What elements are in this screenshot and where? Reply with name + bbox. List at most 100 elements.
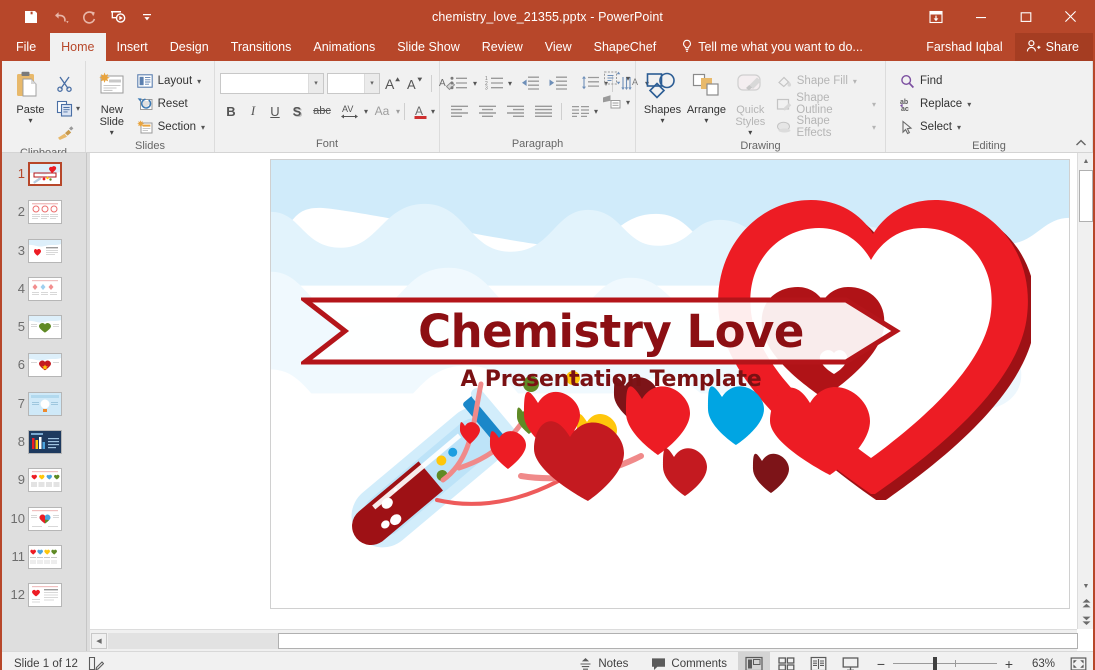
section-button[interactable]: Section ▾: [133, 116, 209, 138]
zoom-control[interactable]: − + 63%: [866, 656, 1063, 670]
normal-view-button[interactable]: [738, 652, 770, 670]
tab-shapechef[interactable]: ShapeChef: [583, 33, 668, 61]
shape-fill-button[interactable]: Shape Fill ▾: [772, 70, 880, 92]
find-button[interactable]: Find: [895, 70, 975, 92]
notes-button[interactable]: Notes: [566, 652, 639, 670]
quick-styles-button[interactable]: Quick Styles ▾: [729, 67, 772, 137]
zoom-in-button[interactable]: +: [1004, 656, 1014, 670]
copy-button[interactable]: [54, 97, 76, 119]
align-right-icon[interactable]: [501, 100, 529, 122]
align-center-icon[interactable]: [473, 100, 501, 122]
tab-review[interactable]: Review: [471, 33, 534, 61]
tell-me-search[interactable]: Tell me what you want to do...: [667, 33, 873, 61]
bullets-icon[interactable]: [445, 72, 473, 94]
change-case-icon[interactable]: Aa: [368, 100, 396, 122]
tab-view[interactable]: View: [534, 33, 583, 61]
slide-thumbnail-7[interactable]: 7: [2, 389, 86, 427]
reset-button[interactable]: Reset: [133, 93, 209, 115]
zoom-percent[interactable]: 63%: [1021, 658, 1055, 670]
save-icon[interactable]: [18, 4, 44, 30]
zoom-slider[interactable]: [893, 663, 997, 664]
slide-thumbnail-2[interactable]: 2: [2, 197, 86, 235]
scroll-up-button[interactable]: ▲: [1078, 153, 1093, 170]
underline-icon[interactable]: U: [264, 100, 286, 122]
copy-dropdown-caret[interactable]: ▾: [76, 104, 80, 113]
paste-dropdown-caret[interactable]: ▾: [28, 117, 32, 125]
align-left-icon[interactable]: [445, 100, 473, 122]
start-presentation-icon[interactable]: [105, 4, 131, 30]
arrange-dropdown-caret[interactable]: ▾: [704, 117, 708, 125]
new-slide-dropdown-caret[interactable]: ▾: [110, 129, 114, 137]
slide-sorter-button[interactable]: [770, 652, 802, 670]
slide-thumbnail-4[interactable]: 4: [2, 274, 86, 312]
tab-slide-show[interactable]: Slide Show: [386, 33, 471, 61]
replace-dropdown-caret[interactable]: ▾: [967, 100, 971, 109]
cut-button[interactable]: [54, 71, 76, 95]
bullets-dropdown-caret[interactable]: ▾: [473, 79, 477, 88]
shape-outline-dropdown-caret[interactable]: ▾: [872, 100, 876, 109]
replace-button[interactable]: abac Replace ▾: [895, 93, 975, 115]
select-dropdown-caret[interactable]: ▾: [957, 123, 961, 132]
tab-file[interactable]: File: [2, 33, 50, 61]
tab-transitions[interactable]: Transitions: [220, 33, 303, 61]
slide-thumbnail-11[interactable]: 11: [2, 542, 86, 580]
redo-icon[interactable]: [76, 4, 102, 30]
strikethrough-icon[interactable]: abc: [308, 100, 336, 122]
horizontal-scroll-track[interactable]: [108, 633, 1059, 649]
align-text-dropdown-caret[interactable]: ▾: [626, 74, 630, 83]
font-size-dropdown-caret[interactable]: ▾: [364, 74, 379, 93]
decrease-font-size-icon[interactable]: A: [405, 72, 427, 94]
layout-button[interactable]: Layout ▾: [133, 70, 209, 92]
font-color-dropdown-caret[interactable]: ▾: [431, 107, 435, 116]
slide-subtitle[interactable]: A Presentation Template: [341, 367, 881, 392]
shape-outline-button[interactable]: Shape Outline ▾: [772, 93, 880, 115]
paste-button[interactable]: Paste ▾: [7, 67, 54, 125]
horizontal-scroll-thumb[interactable]: [278, 633, 1078, 649]
format-painter-button[interactable]: [54, 121, 76, 145]
horizontal-scrollbar[interactable]: ◀ ▶: [90, 629, 1077, 651]
font-name-input[interactable]: ▾: [220, 73, 324, 94]
increase-font-size-icon[interactable]: A: [383, 72, 405, 94]
next-slide-button[interactable]: [1078, 612, 1093, 629]
slide-thumbnail-5[interactable]: 5: [2, 312, 86, 350]
vertical-scrollbar[interactable]: ▲ ▼: [1077, 153, 1093, 629]
tab-design[interactable]: Design: [159, 33, 220, 61]
customize-qat-icon[interactable]: [134, 4, 160, 30]
change-case-dropdown-caret[interactable]: ▾: [396, 107, 400, 116]
decrease-indent-icon[interactable]: [516, 72, 544, 94]
font-name-dropdown-caret[interactable]: ▾: [308, 74, 323, 93]
quick-styles-dropdown-caret[interactable]: ▾: [748, 129, 752, 137]
font-color-icon[interactable]: A: [409, 100, 431, 122]
account-user-name[interactable]: Farshad Iqbal: [914, 33, 1014, 61]
slide-thumbnail-9[interactable]: 9: [2, 465, 86, 503]
maximize-icon[interactable]: [1003, 0, 1048, 33]
shapes-dropdown-caret[interactable]: ▾: [660, 117, 664, 125]
current-slide[interactable]: Chemistry Love A Presentation Template: [270, 159, 1070, 609]
notes-page-icon[interactable]: [88, 656, 104, 670]
ribbon-display-options-icon[interactable]: [913, 0, 958, 33]
shape-fill-dropdown-caret[interactable]: ▾: [853, 77, 857, 86]
shapes-button[interactable]: Shapes ▾: [641, 67, 684, 125]
zoom-slider-handle[interactable]: [933, 657, 937, 670]
tab-animations[interactable]: Animations: [302, 33, 386, 61]
zoom-out-button[interactable]: −: [876, 656, 886, 670]
share-button[interactable]: Share: [1015, 33, 1093, 61]
slide-show-button[interactable]: [834, 652, 866, 670]
slide-thumbnail-3[interactable]: 3: [2, 236, 86, 274]
slide-thumbnail-8[interactable]: 8: [2, 427, 86, 465]
tab-home[interactable]: Home: [50, 33, 105, 61]
slide-thumbnail-10[interactable]: 10: [2, 504, 86, 542]
columns-icon[interactable]: [566, 100, 594, 122]
numbering-icon[interactable]: 123: [480, 72, 508, 94]
reading-view-button[interactable]: [802, 652, 834, 670]
smartart-dropdown-caret[interactable]: ▾: [626, 98, 630, 107]
slide-thumbnail-1[interactable]: 1: [2, 159, 86, 197]
shape-effects-dropdown-caret[interactable]: ▾: [872, 123, 876, 132]
new-slide-button[interactable]: New Slide ▾: [91, 67, 133, 137]
font-size-input[interactable]: ▾: [327, 73, 380, 94]
align-text-icon[interactable]: [598, 67, 626, 89]
text-shadow-icon[interactable]: S: [286, 100, 308, 122]
vertical-scroll-thumb[interactable]: [1079, 170, 1093, 222]
character-spacing-icon[interactable]: AV: [336, 100, 364, 122]
layout-dropdown-caret[interactable]: ▾: [197, 77, 201, 86]
